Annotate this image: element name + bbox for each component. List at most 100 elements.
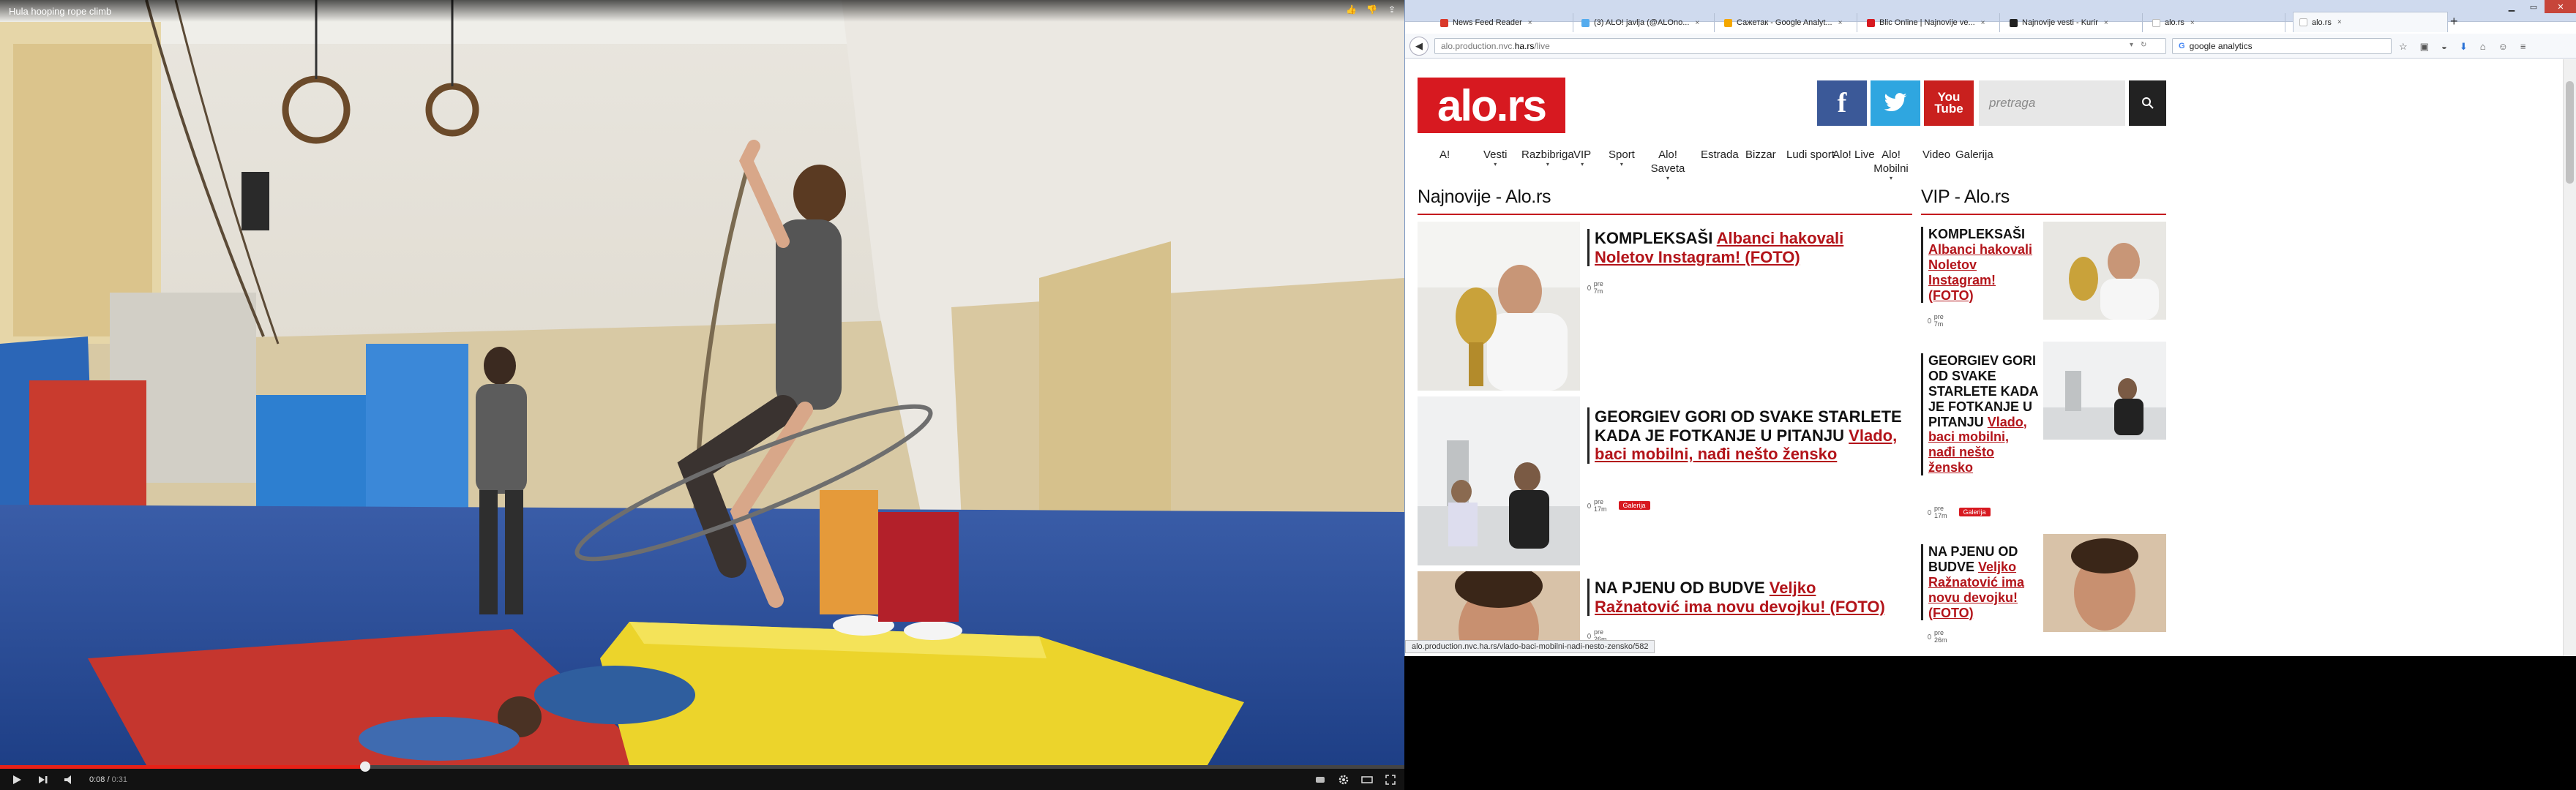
tab-favicon-icon: [1867, 18, 1875, 27]
article-image-yacht[interactable]: [2043, 342, 2166, 440]
video-top-actions: 👍 👎 ⇪: [1346, 4, 1397, 15]
menu-item[interactable]: Bizzar: [1745, 148, 1776, 162]
article-title-link[interactable]: Albanci hakovali Noletov Instagram! (FOT…: [1928, 242, 2032, 303]
clock-icon: [1587, 633, 1591, 639]
current-time: 0:08: [89, 775, 105, 784]
browser-tab[interactable]: (3) ALO! javlja (@ALOno... ×: [1576, 13, 1715, 32]
tab-favicon-icon: [1581, 18, 1590, 27]
address-bar[interactable]: alo.production.nvc. ha.rs/live: [1434, 38, 2166, 54]
video-title[interactable]: Hula hooping rope climb: [9, 6, 111, 17]
site-logo[interactable]: alo. rs: [1418, 78, 1565, 133]
article-image-yacht[interactable]: [1418, 396, 1580, 565]
facebook-icon[interactable]: f: [1817, 80, 1867, 126]
section-divider: [1921, 214, 2166, 215]
back-button[interactable]: ◀: [1409, 36, 1429, 56]
scrollbar-thumb[interactable]: [2566, 81, 2574, 184]
close-tab-icon[interactable]: ×: [1528, 19, 1532, 27]
menu-item[interactable]: A!: [1439, 148, 1450, 162]
site-search-button[interactable]: [2129, 80, 2166, 126]
menu-item[interactable]: Alo! Mobilni ▾: [1873, 148, 1909, 181]
article-meta: pre 7m: [1928, 313, 1945, 328]
theater-mode-icon[interactable]: [1360, 774, 1374, 786]
menu-item[interactable]: Sport ▾: [1609, 148, 1635, 168]
article-image-djokovic[interactable]: [1418, 222, 1580, 391]
chat-icon[interactable]: ☺: [2498, 41, 2508, 53]
reading-list-icon[interactable]: ▣: [2420, 41, 2429, 53]
youtube-icon[interactable]: You Tube: [1924, 80, 1974, 126]
home-icon[interactable]: ⌂: [2480, 41, 2486, 53]
browser-tab[interactable]: Сажетак - Google Analyt... ×: [1718, 13, 1857, 32]
article-image-portrait[interactable]: [1418, 571, 1580, 644]
tab-label: Сажетак - Google Analyt...: [1737, 18, 1832, 27]
volume-icon[interactable]: [63, 774, 76, 786]
status-bar-url: alo.production.nvc.ha.rs/vlado-baci-mobi…: [1405, 640, 1655, 653]
section-title-vip: VIP - Alo.rs: [1921, 187, 2010, 207]
tab-label: Blic Online | Najnovije ve...: [1879, 18, 1975, 27]
gallery-badge[interactable]: Galerija: [1958, 508, 1991, 516]
browser-tab[interactable]: alo.rs ×: [2146, 13, 2285, 32]
bookmark-star-icon[interactable]: ☆: [2399, 41, 2408, 53]
share-icon[interactable]: ⇪: [1387, 4, 1397, 15]
menu-item[interactable]: Alo! Live: [1832, 148, 1875, 162]
chevron-down-icon: ▾: [1889, 175, 1892, 181]
close-tab-icon[interactable]: ×: [2104, 19, 2108, 27]
page-scrollbar[interactable]: [2563, 59, 2576, 656]
menu-item-label: Alo! Mobilni: [1873, 148, 1909, 175]
download-icon[interactable]: ⬇: [2460, 41, 2468, 53]
tab-favicon-icon: [1724, 18, 1732, 27]
menu-item-label: VIP: [1573, 148, 1592, 161]
menu-item-label: Bizzar: [1745, 148, 1776, 161]
youtube-logo-icon[interactable]: [1314, 774, 1327, 786]
search-bar[interactable]: G google analytics: [2172, 38, 2392, 54]
menu-item[interactable]: Galerija: [1955, 148, 1993, 162]
next-icon[interactable]: [37, 774, 50, 786]
progress-thumb[interactable]: [359, 761, 370, 772]
url-prefix: alo.production.nvc.: [1441, 41, 1515, 51]
article-image-djokovic[interactable]: [2043, 222, 2166, 320]
menu-item[interactable]: Vesti ▾: [1483, 148, 1508, 168]
close-tab-icon[interactable]: ×: [1695, 19, 1699, 27]
web-page: alo. rs f You Tube pretraga A! Vesti ▾ Razbib…: [1405, 59, 2564, 656]
pocket-icon[interactable]: ◒: [2441, 41, 2447, 53]
menu-item[interactable]: Razbibriga ▾: [1521, 148, 1574, 168]
menu-item-label: Estrada: [1701, 148, 1739, 161]
progress-bar[interactable]: [0, 761, 1404, 772]
reload-icon[interactable]: ↻: [2141, 41, 2146, 49]
fullscreen-icon[interactable]: [1384, 774, 1397, 786]
menu-item[interactable]: Estrada: [1701, 148, 1739, 162]
gym-scene-image: [0, 0, 1404, 765]
menu-item[interactable]: VIP ▾: [1573, 148, 1591, 168]
site-search-input[interactable]: pretraga: [1979, 80, 2125, 126]
duration: 0:31: [111, 775, 128, 784]
menu-item[interactable]: Ludi sport: [1786, 148, 1835, 162]
browser-tab[interactable]: News Feed Reader ×: [1434, 13, 1573, 32]
close-tab-icon[interactable]: ×: [2190, 19, 2195, 27]
new-tab-button[interactable]: +: [2450, 14, 2458, 29]
video-player[interactable]: Hula hooping rope climb 👍 👎 ⇪ 0:08 / 0:3…: [0, 0, 1404, 790]
minimize-icon[interactable]: ▁: [2501, 0, 2523, 13]
close-window-icon[interactable]: ✕: [2545, 0, 2576, 13]
video-frame[interactable]: [0, 0, 1404, 765]
article-image-portrait[interactable]: [2043, 534, 2166, 632]
gallery-badge[interactable]: Galerija: [1618, 501, 1650, 510]
browser-tab[interactable]: Blic Online | Najnovije ve... ×: [1861, 13, 2000, 32]
close-tab-icon[interactable]: ×: [1838, 19, 1843, 27]
settings-gear-icon[interactable]: [1337, 774, 1350, 786]
close-tab-icon[interactable]: ×: [2337, 18, 2342, 26]
search-bar-text: google analytics: [2189, 41, 2253, 51]
close-tab-icon[interactable]: ×: [1981, 19, 1985, 27]
menu-item[interactable]: Video: [1922, 148, 1950, 162]
menu-item-label: A!: [1439, 148, 1450, 161]
time-display: 0:08 / 0:31: [89, 775, 128, 784]
menu-icon[interactable]: ≡: [2520, 41, 2526, 53]
menu-item[interactable]: Alo! Saveta ▾: [1650, 148, 1685, 181]
dropdown-arrow-icon[interactable]: ▾: [2130, 41, 2133, 49]
twitter-icon[interactable]: [1871, 80, 1920, 126]
browser-tab[interactable]: alo.rs ×: [2293, 12, 2448, 32]
browser-tab[interactable]: Najnovije vesti - Kurir ×: [2004, 13, 2143, 32]
logo-text: alo: [1437, 80, 1498, 130]
thumbs-up-icon[interactable]: 👍: [1346, 4, 1357, 15]
maximize-icon[interactable]: ▭: [2523, 0, 2545, 13]
thumbs-down-icon[interactable]: 👎: [1366, 4, 1377, 15]
play-icon[interactable]: [10, 774, 23, 786]
